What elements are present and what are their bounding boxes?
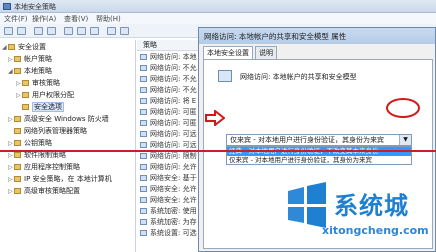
tree-item-network-list[interactable]: 网络列表管理器策略: [8, 126, 87, 137]
windows-logo-icon: [288, 182, 326, 228]
menu-help[interactable]: 帮助(H): [96, 14, 121, 24]
tree-item-app-control[interactable]: ▷ 应用程序控制策略: [8, 162, 80, 173]
folder-icon: [14, 56, 21, 62]
tree-item-security-settings[interactable]: ◢ 安全设置: [2, 42, 46, 53]
policy-icon: [140, 87, 147, 93]
window-titlebar: 本地安全策略: [0, 0, 436, 13]
watermark-logo: 系统城 xitongcheng.com: [282, 180, 436, 252]
tree-item-audit-policy[interactable]: ▷ 审核策略: [16, 78, 60, 89]
policy-icon: [140, 54, 147, 60]
dialog-title: 网络访问: 本地帐户的共享和安全模型 属性: [204, 32, 347, 41]
list-item[interactable]: 网络访问: 将 E: [137, 96, 201, 107]
list-item[interactable]: 网络访问: 可远: [137, 129, 201, 140]
policy-icon: [140, 109, 147, 115]
watermark-brand: 系统城: [334, 192, 409, 220]
policy-icon: [140, 76, 147, 82]
list-item[interactable]: 网络访问: 可匿: [137, 118, 201, 129]
tab-local-security-setting[interactable]: 本地安全设置: [203, 46, 253, 60]
list-item[interactable]: 系统加密: 使用: [137, 206, 201, 217]
tree-item-local-policy[interactable]: ◢ 本地策略: [8, 66, 52, 77]
list-item[interactable]: 系统设置: 可选: [137, 228, 201, 239]
policy-icon: [140, 131, 147, 137]
menu-bar: 文件(F) 操作(A) 查看(V) 帮助(H): [0, 13, 436, 24]
policy-icon: [140, 98, 147, 104]
folder-icon: [22, 80, 29, 86]
tree-item-advanced-audit[interactable]: ▷ 高级审核策略配置: [8, 186, 80, 197]
policy-name: 网络访问: 本地帐户的共享和安全模型: [240, 73, 357, 81]
folder-icon: [22, 104, 29, 110]
watermark-url: xitongcheng.com: [322, 224, 429, 237]
folder-icon: [14, 152, 21, 158]
export-icon[interactable]: [90, 27, 99, 35]
tree-item-user-rights[interactable]: ▷ 用户权限分配: [16, 90, 74, 101]
column-header-policy[interactable]: 策略: [137, 40, 201, 51]
show-tree-icon[interactable]: [47, 27, 56, 35]
folder-icon: [14, 164, 21, 170]
dialog-titlebar: 网络访问: 本地帐户的共享和安全模型 属性: [199, 28, 435, 44]
list-item[interactable]: 系统加密: 为存: [137, 217, 201, 228]
tree-item-public-key[interactable]: ▷ 公钥策略: [8, 138, 52, 149]
annotation-arrow-icon: [205, 110, 225, 126]
policy-icon: [140, 219, 147, 225]
folder-icon: [14, 128, 21, 134]
policy-icon: [140, 65, 147, 71]
policy-icon: [218, 70, 232, 82]
list-item[interactable]: 网络访问: 不允: [137, 85, 201, 96]
up-icon[interactable]: [34, 27, 43, 35]
tree-item-security-options[interactable]: 安全选项: [16, 102, 64, 113]
delete-icon[interactable]: [64, 27, 73, 35]
folder-icon: [8, 44, 15, 50]
list-item[interactable]: 网络安全: 基于: [137, 173, 201, 184]
policy-icon: [140, 186, 147, 192]
menu-view[interactable]: 查看(V): [64, 14, 88, 24]
menu-file[interactable]: 文件(F): [4, 14, 28, 24]
properties-icon[interactable]: [77, 27, 86, 35]
policy-icon: [140, 208, 147, 214]
tree-item-ip-security[interactable]: ▷ IP 安全策略，在 本地计算机: [8, 174, 112, 185]
list-item[interactable]: 网络访问: 限制: [137, 151, 201, 162]
shield-icon: [14, 176, 21, 182]
annotation-circle: [386, 98, 420, 118]
list-item[interactable]: 网络访问: 本地: [137, 52, 201, 63]
list-item[interactable]: 网络访问: 可匿: [137, 107, 201, 118]
sharing-model-dropdown: 经典 - 对本地用户进行身份验证，不改变其本来身份 仅来宾 - 对本地用户进行身…: [226, 146, 412, 165]
window-title: 本地安全策略: [14, 3, 56, 11]
menu-action[interactable]: 操作(A): [32, 14, 56, 24]
tree-pane: ◢ 安全设置 ▷ 帐户策略 ◢ 本地策略 ▷ 审核策略 ▷ 用户权限分配 安全选项 ▷ 高级…: [0, 40, 136, 252]
policy-icon: [140, 120, 147, 126]
policy-icon: [140, 142, 147, 148]
folder-icon: [14, 140, 21, 146]
folder-icon: [22, 92, 29, 98]
list-item[interactable]: 网络访问: 不允: [137, 63, 201, 74]
folder-icon: [14, 68, 21, 74]
folder-icon: [14, 188, 21, 194]
policy-icon: [140, 175, 147, 181]
policy-icon: [140, 230, 147, 236]
folder-icon: [14, 116, 21, 122]
list-item[interactable]: 网络安全: 允许: [137, 195, 201, 206]
list-item[interactable]: 网络访问: 允许: [137, 162, 201, 173]
list-item[interactable]: 网络访问: 不允: [137, 74, 201, 85]
policy-list: 策略 网络访问: 本地 网络访问: 不允 网络访问: 不允 网络访问: 不允 网…: [137, 40, 201, 252]
tab-explain[interactable]: 说明: [255, 46, 277, 59]
back-icon[interactable]: [4, 27, 13, 35]
help-icon[interactable]: [107, 27, 116, 35]
tree-item-account-policy[interactable]: ▷ 帐户策略: [8, 54, 52, 65]
annotation-line: [0, 150, 436, 152]
grid-icon[interactable]: [120, 27, 129, 35]
option-guest-only[interactable]: 仅来宾 - 对本地用户进行身份验证，其身份为来宾: [227, 156, 411, 164]
policy-icon: [140, 153, 147, 159]
app-icon: [3, 3, 11, 10]
forward-icon[interactable]: [17, 27, 26, 35]
chevron-down-icon[interactable]: ▼: [399, 135, 411, 145]
policy-icon: [140, 164, 147, 170]
tree-item-firewall[interactable]: ▷ 高级安全 Windows 防火墙: [8, 114, 109, 125]
policy-icon: [140, 197, 147, 203]
list-item[interactable]: 网络安全: 允许: [137, 184, 201, 195]
sharing-model-select[interactable]: 仅来宾 - 对本地用户进行身份验证，其身份为来宾: [226, 134, 412, 146]
